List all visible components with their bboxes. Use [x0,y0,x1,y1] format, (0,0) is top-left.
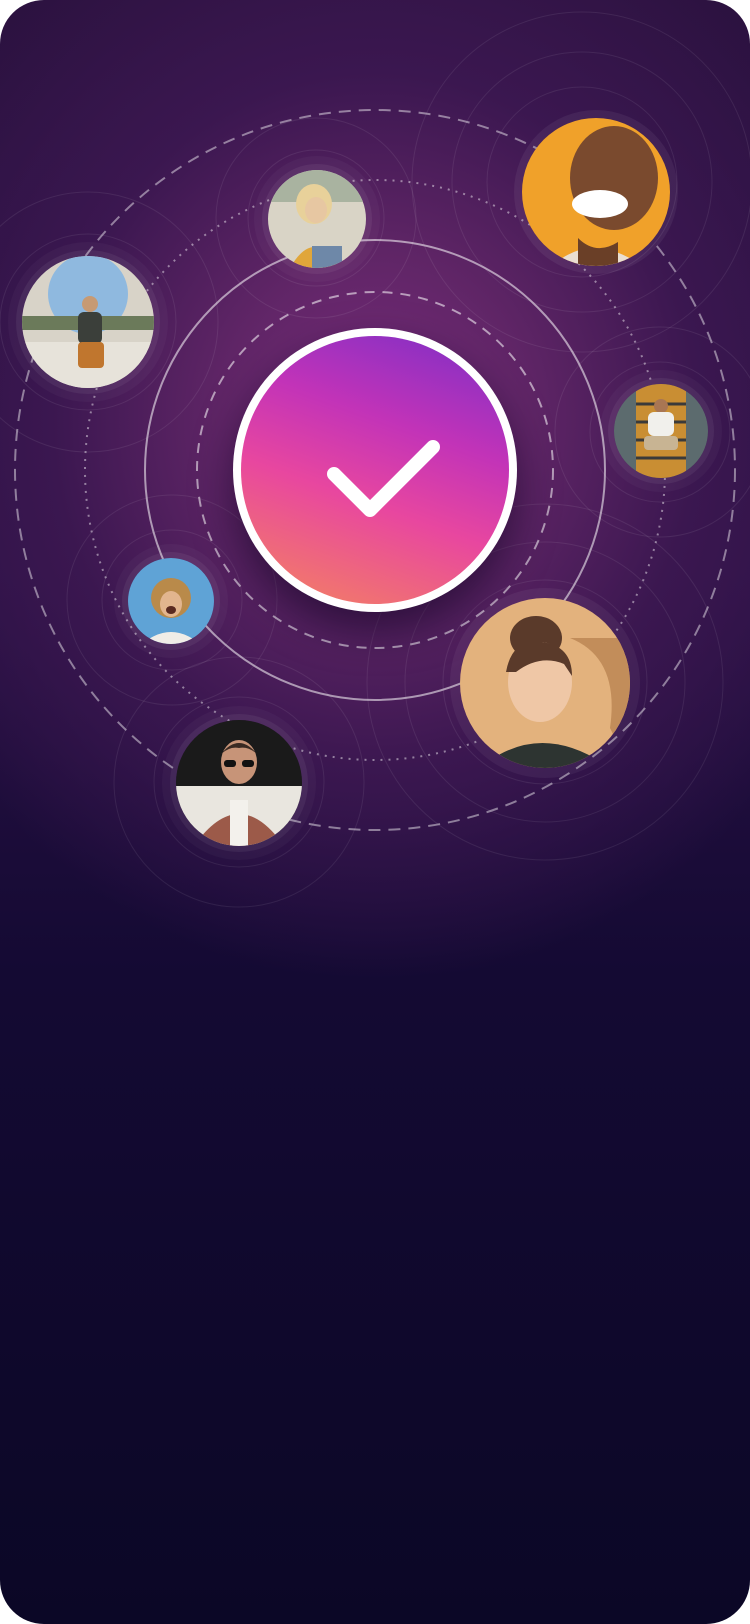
avatar-bald-woman-laughing [522,118,670,266]
success-badge-gradient [241,336,509,604]
screen [0,0,750,1624]
avatar-blonde-woman-beach [268,170,366,268]
avatar-curly-woman-laughing [128,558,214,644]
success-badge [233,328,517,612]
avatar-man-stairs [614,384,708,478]
avatar-man-sunglasses [176,720,302,846]
checkmark-icon [327,440,440,517]
avatar-man-sitting-wall [22,256,154,388]
avatar-woman-sunlit [460,598,630,768]
